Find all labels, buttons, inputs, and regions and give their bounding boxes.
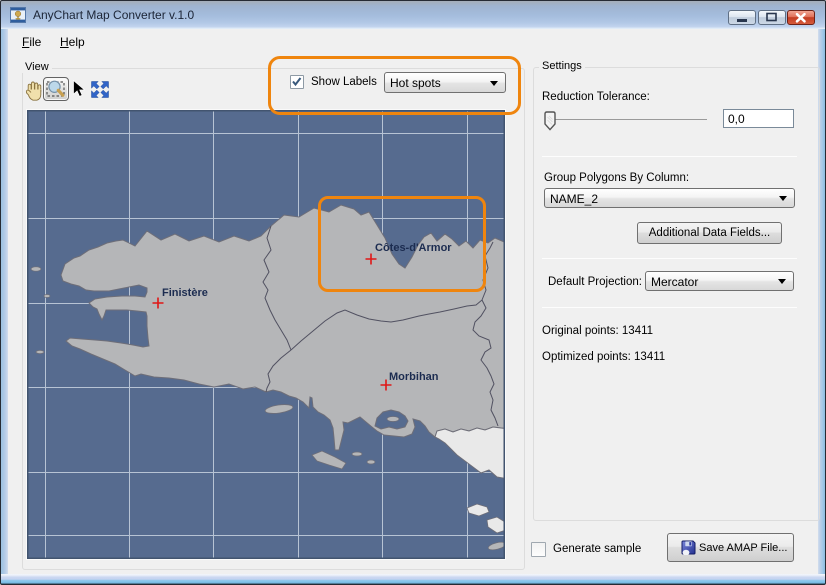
svg-text:Finistère: Finistère <box>162 287 208 299</box>
svg-text:Morbihan: Morbihan <box>389 371 439 383</box>
